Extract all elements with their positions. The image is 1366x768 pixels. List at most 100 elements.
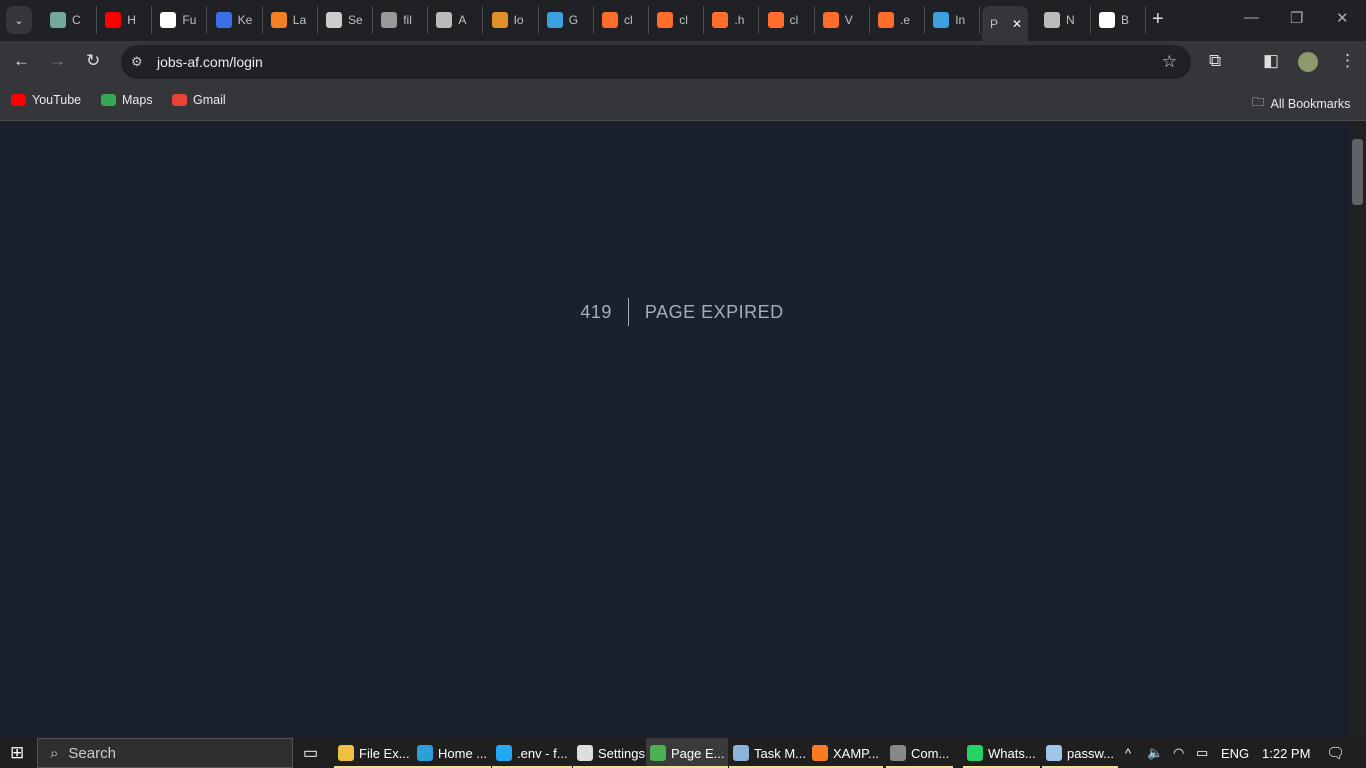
tab-search-button[interactable]: ⌄ — [6, 6, 32, 34]
tab[interactable]: Se — [318, 6, 373, 34]
browser-toolbar: ← → ↻ ⚙ jobs-af.com/login ☆ ⧉ ◧ ⋮ — [0, 41, 1366, 83]
reload-icon[interactable]: ↻ — [86, 51, 100, 71]
tab[interactable]: N — [1036, 6, 1091, 34]
tab[interactable]: .h — [704, 6, 760, 34]
tab[interactable]: La — [263, 6, 318, 34]
side-panel-icon[interactable]: ◧ — [1263, 51, 1279, 71]
app-label: Com... — [911, 745, 950, 761]
bookmark-gmail[interactable]: Gmail — [172, 93, 226, 107]
all-bookmarks-folder[interactable]: 🗀 All Bookmarks — [1252, 93, 1350, 114]
taskbar-app[interactable]: passw... — [1042, 738, 1118, 768]
tab[interactable]: cl — [594, 6, 649, 34]
favicon-icon — [1044, 12, 1060, 28]
taskbar-app[interactable]: Page E... — [646, 738, 729, 768]
favicon-icon — [215, 12, 232, 28]
taskbar-app[interactable]: Whats... — [963, 738, 1040, 768]
wifi-icon[interactable]: ◠ — [1173, 738, 1184, 768]
tab-title: Fu — [182, 13, 197, 27]
site-info-icon[interactable]: ⚙ — [131, 54, 143, 70]
profile-avatar[interactable] — [1298, 52, 1318, 72]
close-window-button[interactable]: ✕ — [1336, 9, 1349, 27]
clock[interactable]: 1:22 PM — [1262, 738, 1310, 768]
app-icon — [650, 745, 666, 761]
bookmark-favicon-icon — [172, 94, 187, 106]
new-tab-button[interactable]: + — [1152, 8, 1164, 31]
taskbar: ⊞ ⌕ Search ▭ File Ex... Home ... .env - f.… — [0, 738, 1366, 768]
windows-start-icon[interactable]: ⊞ — [10, 738, 24, 768]
favicon-icon — [270, 12, 287, 28]
tab[interactable]: V — [815, 6, 870, 34]
close-tab-icon[interactable]: ✕ — [1012, 17, 1022, 31]
favicon-icon — [105, 12, 122, 28]
taskbar-app[interactable]: .env - f... — [492, 738, 572, 768]
favicon-icon — [933, 12, 950, 28]
restore-button[interactable]: ❐ — [1290, 9, 1303, 27]
address-bar[interactable]: ⚙ jobs-af.com/login ☆ — [121, 45, 1191, 79]
extensions-icon[interactable]: ⧉ — [1209, 51, 1221, 71]
bookmark-label: Gmail — [193, 93, 226, 107]
taskbar-app[interactable]: XAMP... — [808, 738, 884, 768]
favicon-icon — [381, 12, 398, 28]
bookmark-label: YouTube — [32, 93, 82, 107]
app-icon — [733, 745, 749, 761]
tab[interactable]: In — [925, 6, 981, 34]
tab[interactable]: C — [42, 6, 97, 34]
back-icon[interactable]: ← — [13, 51, 30, 71]
taskbar-app[interactable]: Task M... — [729, 738, 811, 768]
page-content — [0, 121, 1349, 738]
app-icon — [1046, 745, 1062, 761]
taskbar-app[interactable]: Home ... — [413, 738, 492, 768]
app-icon — [417, 745, 433, 761]
tab-title: H — [127, 13, 136, 27]
favicon-icon — [657, 12, 674, 28]
menu-icon[interactable]: ⋮ — [1339, 51, 1356, 71]
app-label: XAMP... — [833, 745, 880, 761]
tab[interactable]: G — [539, 6, 594, 34]
bookmark-maps[interactable]: Maps — [101, 93, 153, 107]
favicon-icon — [160, 12, 177, 28]
app-icon — [812, 745, 828, 761]
taskbar-app[interactable]: Settings — [573, 738, 649, 768]
taskbar-app[interactable]: File Ex... — [334, 738, 414, 768]
battery-icon[interactable]: ▭ — [1196, 738, 1208, 768]
tab-title: B — [1121, 13, 1130, 27]
app-icon — [967, 745, 983, 761]
notifications-icon[interactable]: 🗨 — [1326, 738, 1345, 768]
tab[interactable]: P ✕ — [982, 6, 1028, 41]
app-label: .env - f... — [517, 745, 568, 761]
tab-title: .h — [734, 13, 745, 27]
task-view-icon[interactable]: ▭ — [303, 738, 318, 768]
forward-icon[interactable]: → — [49, 51, 66, 71]
tab[interactable]: cl — [649, 6, 705, 34]
tab[interactable]: H — [97, 6, 153, 34]
scrollbar-thumb[interactable] — [1352, 139, 1363, 205]
tab-title: In — [955, 13, 966, 27]
show-hidden-icons[interactable]: ^ — [1125, 738, 1131, 768]
tab-title: P — [990, 16, 999, 31]
tab[interactable]: B — [1091, 6, 1146, 34]
taskbar-search[interactable]: ⌕ Search — [37, 738, 293, 768]
language-indicator[interactable]: ENG — [1221, 738, 1249, 768]
bookmark-youtube[interactable]: YouTube — [11, 93, 81, 107]
bookmark-star-icon[interactable]: ☆ — [1162, 52, 1177, 72]
folder-icon: 🗀 — [1252, 95, 1265, 109]
volume-icon[interactable]: 🔈 — [1147, 738, 1163, 768]
tab-title: Ke — [237, 13, 253, 27]
tab-title: Se — [348, 13, 363, 27]
tab[interactable]: Fu — [152, 6, 208, 34]
app-icon — [890, 745, 906, 761]
scrollbar[interactable] — [1349, 121, 1366, 738]
tab[interactable]: A — [428, 6, 484, 34]
tab[interactable]: .e — [870, 6, 925, 34]
minimize-button[interactable]: — — [1244, 9, 1259, 26]
error-text: PAGE EXPIRED — [644, 301, 784, 322]
bookmark-favicon-icon — [101, 94, 116, 106]
tab[interactable]: fil — [373, 6, 429, 34]
tab[interactable]: Io — [484, 6, 539, 34]
app-label: Task M... — [754, 745, 807, 761]
tab[interactable]: cl — [760, 6, 815, 34]
tab[interactable]: Ke — [208, 6, 263, 34]
taskbar-app[interactable]: Com... — [886, 738, 954, 768]
app-label: File Ex... — [359, 745, 410, 761]
app-label: Page E... — [671, 745, 725, 761]
